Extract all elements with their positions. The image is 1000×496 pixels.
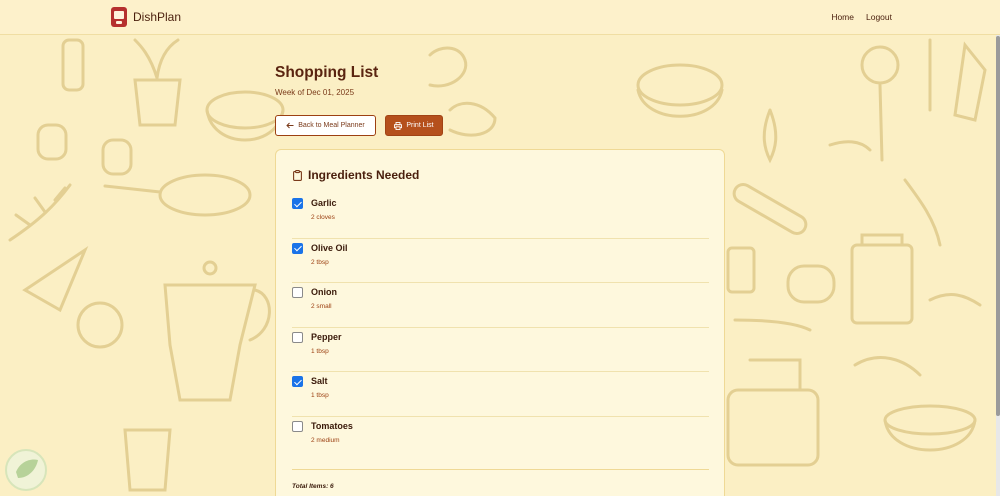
nav-home-link[interactable]: Home <box>831 12 854 22</box>
ingredient-checkbox[interactable] <box>292 198 303 209</box>
ingredient-item-olive-oil[interactable]: Olive Oil 2 tbsp <box>292 239 709 283</box>
ingredient-checkbox[interactable] <box>292 420 303 432</box>
card-title: Ingredients Needed <box>308 168 420 182</box>
ingredient-quantity: 2 small <box>311 303 332 310</box>
ingredient-quantity: 1 tbsp <box>311 347 329 355</box>
brand-name[interactable]: DishPlan <box>133 10 181 24</box>
ingredient-checkbox[interactable] <box>292 376 303 387</box>
ingredient-quantity: 2 tbsp <box>311 258 329 266</box>
ingredient-item-salt[interactable]: Salt 1 tbsp <box>292 372 709 417</box>
divider <box>292 469 709 470</box>
arrow-left-icon <box>286 122 294 129</box>
back-button-label: Back to Meal Planner <box>298 122 365 129</box>
ingredient-list: Garlic 2 cloves Olive Oil 2 tbsp Onion 2… <box>292 194 709 461</box>
top-navbar: DishPlan Home Logout <box>0 0 1000 35</box>
week-subtitle: Week of Dec 01, 2025 <box>275 88 355 97</box>
ingredient-name: Salt <box>311 376 328 386</box>
ingredient-name: Garlic <box>311 198 337 208</box>
ingredient-name: Pepper <box>311 331 342 342</box>
ingredient-name: Olive Oil <box>311 242 348 253</box>
scrollbar-thumb[interactable] <box>996 36 1000 416</box>
ingredient-checkbox[interactable] <box>292 287 303 298</box>
ingredient-checkbox[interactable] <box>292 331 303 343</box>
leaf-watermark-icon <box>5 449 47 491</box>
nav-links: Home Logout <box>831 12 892 22</box>
brand[interactable]: DishPlan <box>111 7 181 27</box>
clipboard-icon <box>293 169 302 181</box>
ingredient-checkbox[interactable] <box>292 242 303 254</box>
ingredient-item-garlic[interactable]: Garlic 2 cloves <box>292 194 709 239</box>
ingredient-name: Onion <box>311 287 337 297</box>
ingredient-item-tomatoes[interactable]: Tomatoes 2 medium <box>292 417 709 462</box>
print-list-button[interactable]: Print List <box>385 115 443 136</box>
ingredient-quantity: 2 medium <box>311 436 340 444</box>
print-button-label: Print List <box>406 122 434 129</box>
ingredients-card: Ingredients Needed Garlic 2 cloves Olive… <box>275 149 725 496</box>
nav-logout-link[interactable]: Logout <box>866 12 892 22</box>
recipe-book-icon <box>111 7 127 27</box>
total-items: Total Items: 6 <box>292 483 334 490</box>
ingredient-name: Tomatoes <box>311 420 353 431</box>
ingredient-item-onion[interactable]: Onion 2 small <box>292 283 709 328</box>
back-to-meal-planner-button[interactable]: Back to Meal Planner <box>275 115 376 136</box>
ingredient-item-pepper[interactable]: Pepper 1 tbsp <box>292 328 709 372</box>
ingredient-quantity: 2 cloves <box>311 214 335 221</box>
ingredient-quantity: 1 tbsp <box>311 392 329 399</box>
card-header: Ingredients Needed <box>293 168 419 182</box>
printer-icon <box>394 121 403 130</box>
page-title: Shopping List <box>275 64 379 81</box>
